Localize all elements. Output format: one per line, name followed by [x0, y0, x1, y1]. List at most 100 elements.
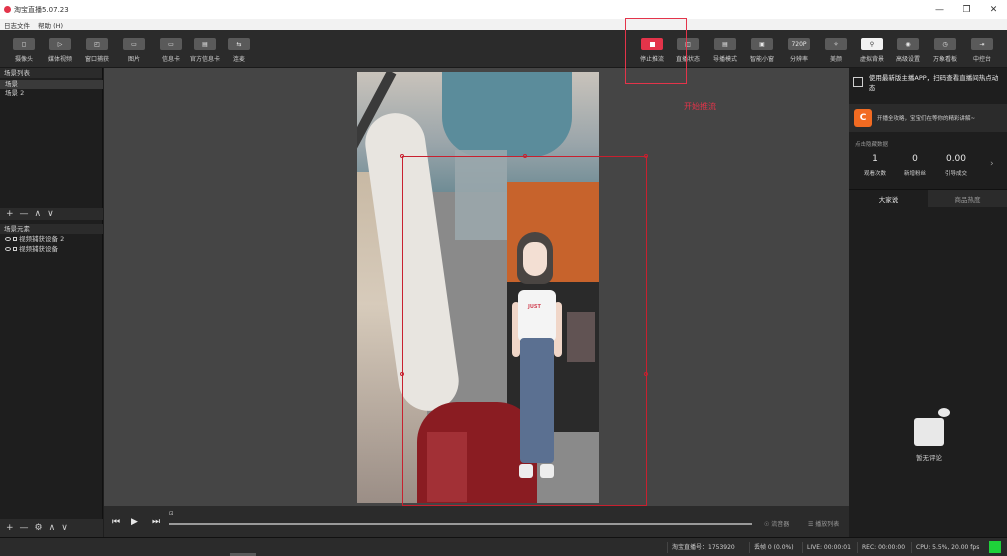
remove-element-button[interactable]: —: [20, 523, 29, 533]
scene-elements: 场景元素 视频捕获设备 2 视频捕获设备: [0, 224, 103, 254]
dashboard-button[interactable]: ◷ 万象看板: [925, 30, 965, 68]
lock-icon[interactable]: [13, 247, 17, 251]
search-icon: ⚲: [861, 38, 883, 50]
scene-list-header: 场景列表: [0, 68, 102, 78]
media-video-label: 媒体视频: [47, 56, 72, 63]
add-scene-button[interactable]: +: [6, 209, 14, 219]
status-bar: 淘宝直播号：1753920 丢帧 0 (0.0%) LIVE: 00:00:01…: [0, 537, 1007, 556]
play-button[interactable]: ▶: [131, 517, 138, 527]
live-timer: LIVE: 00:00:01: [802, 542, 851, 553]
live-status-label: 直播状态: [675, 56, 700, 63]
move-up-button[interactable]: ∧: [35, 209, 42, 219]
resolution-button[interactable]: 720P 分辨率: [779, 30, 819, 68]
annotation-text: 开始推流: [684, 102, 716, 111]
live-status-button[interactable]: ◫ 直播状态: [668, 30, 708, 68]
scene-item[interactable]: 场景 2: [0, 89, 103, 98]
promo-text: 开播全攻略，宝宝们在等你的精彩讲解~: [877, 116, 976, 122]
scene-elements-header: 场景元素: [0, 224, 103, 234]
room-number: 淘宝直播号：1753920: [667, 542, 735, 553]
smart-window-button[interactable]: ▣ 智能小窗: [742, 30, 782, 68]
timeline-marker-icon: ⊡: [169, 511, 174, 517]
close-button[interactable]: ✕: [980, 0, 1007, 19]
stop-stream-label: 停止推流: [639, 56, 664, 63]
console-icon: ⇥: [971, 38, 993, 50]
window-capture-button[interactable]: ◰ 窗口捕获: [77, 30, 117, 68]
promo-logo-icon: C: [854, 109, 872, 127]
co-host-button[interactable]: ⇆ 连麦: [219, 30, 259, 68]
media-video-button[interactable]: ▷ 媒体视频: [40, 30, 80, 68]
app-logo-icon: [4, 6, 11, 13]
lock-icon[interactable]: [13, 237, 17, 241]
resize-handle[interactable]: [400, 154, 404, 158]
tab-product-heat[interactable]: 商品热度: [928, 190, 1007, 207]
advanced-settings-label: 高级设置: [895, 56, 920, 63]
scene-list: 场景 场景 2: [0, 80, 103, 208]
source-selection-box[interactable]: [400, 154, 648, 506]
official-card-icon: ▤: [194, 38, 216, 50]
promo-card[interactable]: C 开播全攻略，宝宝们在等你的精彩讲解~: [849, 104, 1007, 132]
scene-item[interactable]: 场景: [0, 80, 103, 89]
co-host-icon: ⇆: [228, 38, 250, 50]
left-panel: 场景列表 场景 场景 2 + — ∧ ∨ 场景元素 视频捕获设备 2 视频捕获设…: [0, 68, 103, 537]
resolution-icon: 720P: [788, 38, 810, 50]
live-status-icon: ◫: [677, 38, 699, 50]
window-title: 淘宝直播5.07.23: [14, 5, 69, 14]
eye-icon[interactable]: [5, 237, 11, 241]
hide-data-toggle[interactable]: 点击隐藏数据: [855, 140, 888, 148]
move-down-button[interactable]: ∨: [61, 523, 68, 533]
camera-button[interactable]: ◻ 摄像头: [4, 30, 44, 68]
resolution-label: 分辨率: [789, 56, 808, 63]
app-window: 淘宝直播5.07.23 — ❐ ✕ 日志文件 帮助 (H) ◻ 摄像头 ▷ 媒体…: [0, 0, 1007, 556]
settings-icon: ◉: [897, 38, 919, 50]
resize-handle[interactable]: [523, 154, 527, 158]
console-button[interactable]: ⇥ 中控台: [962, 30, 1002, 68]
move-up-button[interactable]: ∧: [49, 523, 56, 533]
camera-icon: ◻: [13, 38, 35, 50]
image-icon: ▭: [123, 38, 145, 50]
resize-handle[interactable]: [644, 372, 648, 376]
playback-bar: ⏮ ▶ ⏭ ⊡ ☉ 流音器 ☰ 播放列表: [104, 506, 849, 537]
element-settings-button[interactable]: ⚙: [35, 523, 43, 533]
playback-progress[interactable]: [169, 523, 752, 525]
playlist-link[interactable]: ☰ 播放列表: [808, 519, 839, 528]
remove-scene-button[interactable]: —: [20, 209, 29, 219]
menu-log-file[interactable]: 日志文件: [4, 20, 30, 30]
advanced-settings-button[interactable]: ◉ 高级设置: [888, 30, 928, 68]
banner-text: 使用最新版主播APP，扫码查看直播间热点动态: [868, 74, 999, 92]
info-card-icon: ▭: [160, 38, 182, 50]
smart-window-icon: ▣: [751, 38, 773, 50]
preview-area[interactable]: [104, 68, 849, 506]
main-toolbar: ◻ 摄像头 ▷ 媒体视频 ◰ 窗口捕获 ▭ 图片 ▭ 信息卡 ▤ 官方信息卡 ⇆…: [0, 30, 1007, 68]
director-mode-button[interactable]: ▤ 导播模式: [705, 30, 745, 68]
director-mode-icon: ▤: [714, 38, 736, 50]
stop-stream-button[interactable]: 停止推流: [632, 30, 672, 68]
stat-new-fans: 0 新增粉丝: [895, 154, 935, 177]
tab-comments[interactable]: 大家说: [849, 190, 928, 207]
stat-label: 引导成交: [944, 171, 967, 177]
camera-feed-cup: [442, 72, 572, 157]
move-down-button[interactable]: ∨: [47, 209, 54, 219]
virtual-background-label: 虚拟背景: [859, 56, 884, 63]
stat-value: 0: [912, 154, 918, 164]
dashboard-icon: ◷: [934, 38, 956, 50]
element-item[interactable]: 视频捕获设备: [0, 244, 103, 254]
stop-stream-icon: [641, 38, 663, 50]
next-button[interactable]: ⏭: [152, 517, 160, 527]
image-button[interactable]: ▭ 图片: [114, 30, 154, 68]
eye-icon[interactable]: [5, 247, 11, 251]
beauty-label: 美颜: [829, 56, 842, 63]
app-qr-banner[interactable]: 使用最新版主播APP，扫码查看直播间热点动态: [849, 68, 1007, 100]
resize-handle[interactable]: [400, 372, 404, 376]
stat-value: 1: [872, 154, 878, 164]
virtual-background-button[interactable]: ⚲ 虚拟背景: [852, 30, 892, 68]
element-item[interactable]: 视频捕获设备 2: [0, 234, 103, 244]
resize-handle[interactable]: [644, 154, 648, 158]
beauty-button[interactable]: ✧ 美颜: [816, 30, 856, 68]
chevron-right-icon[interactable]: ›: [990, 159, 994, 169]
previous-button[interactable]: ⏮: [112, 517, 120, 527]
add-element-button[interactable]: +: [6, 523, 14, 533]
audio-mixer-link[interactable]: ☉ 流音器: [764, 519, 789, 528]
menu-help[interactable]: 帮助 (H): [38, 20, 63, 30]
restore-button[interactable]: ❐: [953, 0, 980, 19]
minimize-button[interactable]: —: [926, 0, 953, 19]
